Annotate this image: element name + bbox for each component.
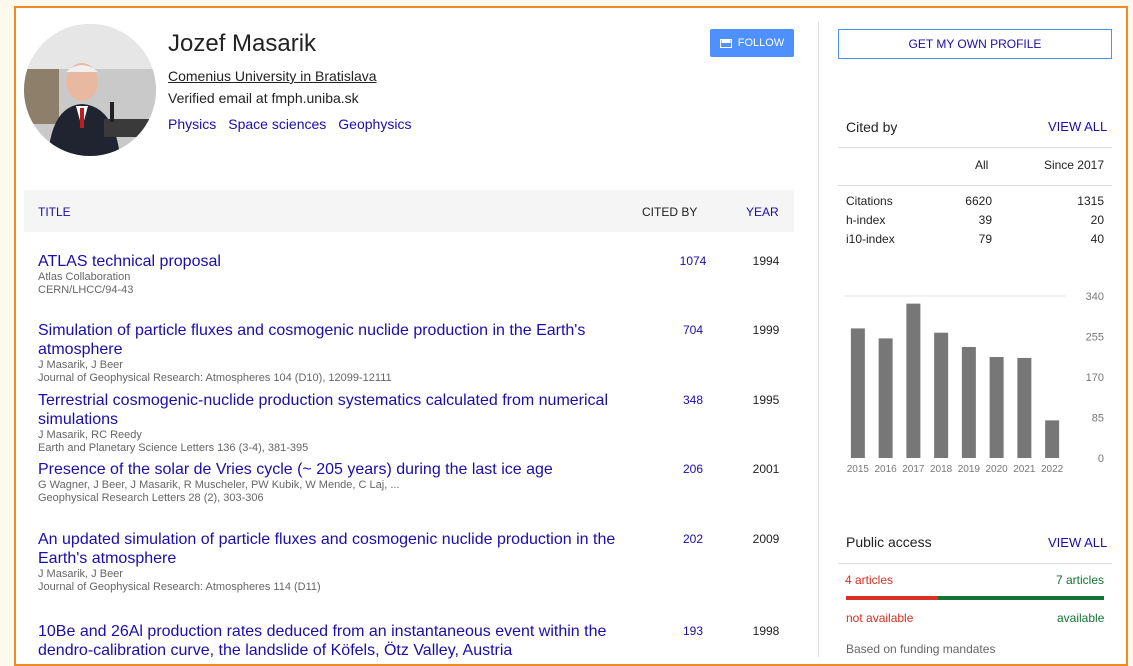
profile-name: Jozef Masarik xyxy=(168,30,316,58)
public-access-title: Public access xyxy=(846,534,932,550)
divider xyxy=(838,185,1112,186)
cited-by-count[interactable]: 704 xyxy=(678,323,708,337)
chart-bar-2015[interactable] xyxy=(851,328,865,458)
table-row: ATLAS technical proposal Atlas Collabora… xyxy=(38,252,794,297)
available-bar xyxy=(938,596,1104,600)
not-available-count: 4 articles xyxy=(845,573,893,587)
year-sort-link[interactable]: YEAR xyxy=(746,205,779,219)
funding-mandates-note: Based on funding mandates xyxy=(846,642,995,656)
article-authors: J Masarik, RC Reedy xyxy=(38,429,794,442)
chart-x-tick-label: 2017 xyxy=(902,464,925,475)
follow-button[interactable]: FOLLOW xyxy=(710,29,794,57)
article-year: 1999 xyxy=(751,323,781,337)
chart-x-tick-label: 2018 xyxy=(930,464,953,475)
article-title[interactable]: Terrestrial cosmogenic-nuclide productio… xyxy=(38,391,638,429)
article-venue: Journal of Geophysical Research: Atmosph… xyxy=(38,372,794,385)
chart-y-tick-label: 85 xyxy=(1092,413,1104,425)
chart-bar-2018[interactable] xyxy=(934,333,948,458)
chart-x-tick-label: 2020 xyxy=(986,464,1009,475)
article-authors: J Masarik, J Beer xyxy=(38,359,794,372)
stat-since: 20 xyxy=(1030,213,1104,227)
chart-y-tick-label: 170 xyxy=(1086,372,1104,384)
interest-physics[interactable]: Physics xyxy=(168,116,216,132)
divider xyxy=(838,563,1112,564)
article-venue: Journal of Geophysical Research: Atmosph… xyxy=(38,581,794,594)
chart-x-tick-label: 2021 xyxy=(1013,464,1036,475)
article-authors: G Wagner, J Beer, J Masarik, R Muscheler… xyxy=(38,479,794,492)
stat-all: 6620 xyxy=(940,194,992,208)
chart-y-tick-label: 0 xyxy=(1098,453,1104,465)
stat-since: 40 xyxy=(1030,232,1104,246)
not-available-bar xyxy=(846,596,938,600)
cited-by-count[interactable]: 206 xyxy=(678,462,708,476)
articles-table-header: TITLE CITED BY YEAR xyxy=(24,190,794,232)
article-title[interactable]: ATLAS technical proposal xyxy=(38,252,628,271)
article-venue: CERN/LHCC/94-43 xyxy=(38,284,794,297)
table-row: Presence of the solar de Vries cycle (~ … xyxy=(38,460,794,505)
stat-label: i10-index xyxy=(846,232,895,246)
col-all-header: All xyxy=(975,158,988,172)
chart-bar-2016[interactable] xyxy=(879,338,893,458)
chart-bar-2017[interactable] xyxy=(906,304,920,458)
mail-icon xyxy=(720,39,732,48)
chart-bar-2020[interactable] xyxy=(990,357,1004,458)
chart-bar-2022[interactable] xyxy=(1045,420,1059,458)
stat-all: 79 xyxy=(940,232,992,246)
article-title[interactable]: An updated simulation of particle fluxes… xyxy=(38,530,628,568)
stat-all: 39 xyxy=(940,213,992,227)
cited-by-count[interactable]: 1074 xyxy=(678,254,708,268)
title-sort-link[interactable]: TITLE xyxy=(38,205,71,219)
article-title[interactable]: Simulation of particle fluxes and cosmog… xyxy=(38,321,638,359)
article-year: 1998 xyxy=(751,624,781,638)
chart-x-tick-label: 2015 xyxy=(847,464,870,475)
stat-label: h-index xyxy=(846,213,885,227)
chart-x-tick-label: 2016 xyxy=(875,464,898,475)
public-access-view-all-link[interactable]: VIEW ALL xyxy=(1048,535,1107,550)
follow-label: FOLLOW xyxy=(738,37,784,49)
table-row: An updated simulation of particle fluxes… xyxy=(38,530,794,594)
stat-label: Citations xyxy=(846,194,893,208)
chart-bar-2019[interactable] xyxy=(962,347,976,458)
article-year: 2001 xyxy=(751,462,781,476)
article-year: 2009 xyxy=(751,532,781,546)
research-interests: Physics Space sciences Geophysics xyxy=(168,116,411,132)
article-year: 1995 xyxy=(751,393,781,407)
table-row: 10Be and 26Al production rates deduced f… xyxy=(38,622,794,660)
available-count: 7 articles xyxy=(1056,573,1104,587)
article-title[interactable]: Presence of the solar de Vries cycle (~ … xyxy=(38,460,628,479)
col-since-header: Since 2017 xyxy=(1030,158,1104,172)
chart-x-tick-label: 2019 xyxy=(958,464,981,475)
verified-email: Verified email at fmph.uniba.sk xyxy=(168,90,359,106)
article-venue: Earth and Planetary Science Letters 136 … xyxy=(38,442,794,455)
cited-by-view-all-link[interactable]: VIEW ALL xyxy=(1048,119,1107,134)
cited-by-header: CITED BY xyxy=(642,205,697,219)
cited-by-count[interactable]: 348 xyxy=(678,393,708,407)
get-my-own-profile-button[interactable]: GET MY OWN PROFILE xyxy=(838,29,1112,59)
cited-by-title: Cited by xyxy=(846,119,897,135)
available-label: available xyxy=(1057,611,1104,625)
chart-y-tick-label: 255 xyxy=(1086,332,1104,344)
affiliation-link[interactable]: Comenius University in Bratislava xyxy=(168,68,377,84)
cited-by-count[interactable]: 193 xyxy=(678,624,708,638)
article-authors: J Masarik, J Beer xyxy=(38,568,794,581)
avatar xyxy=(24,24,156,156)
column-divider xyxy=(818,22,819,657)
chart-y-tick-label: 340 xyxy=(1086,291,1104,303)
article-authors: Atlas Collaboration xyxy=(38,271,794,284)
divider xyxy=(838,147,1112,148)
article-year: 1994 xyxy=(751,254,781,268)
interest-geophysics[interactable]: Geophysics xyxy=(338,116,411,132)
article-title[interactable]: 10Be and 26Al production rates deduced f… xyxy=(38,622,628,660)
citations-per-year-chart: 2015 2016 2017 2018 2019 2020 2021 2022 340 255 17… xyxy=(838,290,1112,480)
interest-space-sciences[interactable]: Space sciences xyxy=(228,116,326,132)
stat-since: 1315 xyxy=(1030,194,1104,208)
table-row: Terrestrial cosmogenic-nuclide productio… xyxy=(38,391,794,455)
chart-bar-2021[interactable] xyxy=(1017,358,1031,458)
cited-by-count[interactable]: 202 xyxy=(678,532,708,546)
chart-x-tick-label: 2022 xyxy=(1041,464,1064,475)
table-row: Simulation of particle fluxes and cosmog… xyxy=(38,321,794,385)
article-venue: Geophysical Research Letters 28 (2), 303… xyxy=(38,492,794,505)
not-available-label: not available xyxy=(846,611,913,625)
